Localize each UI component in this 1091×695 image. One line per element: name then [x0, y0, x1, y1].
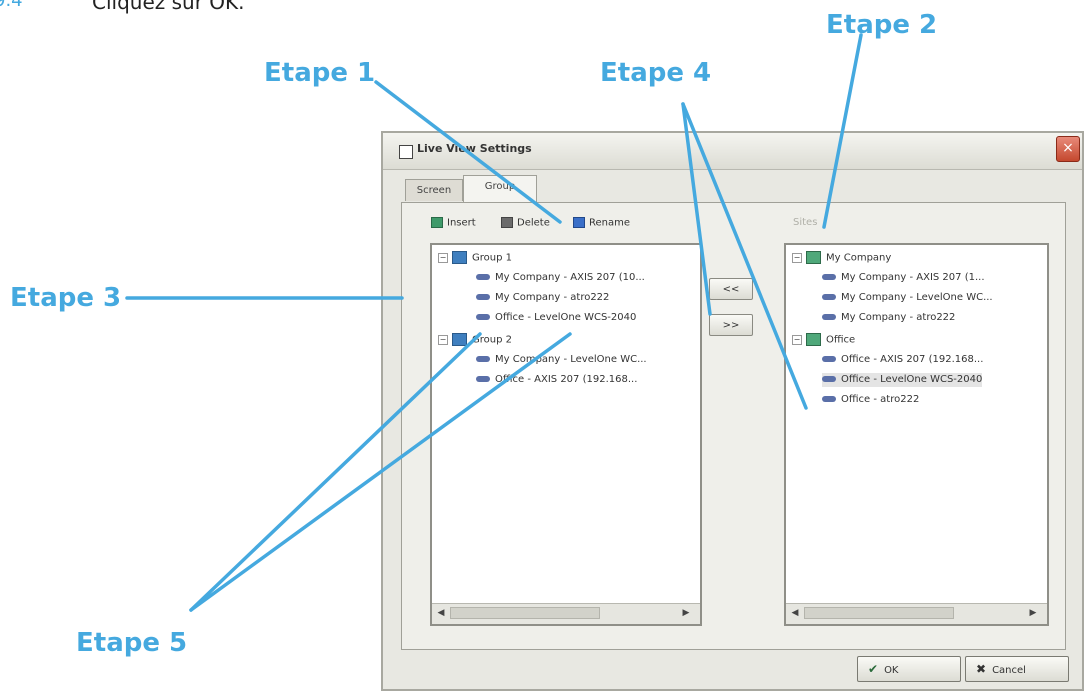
tree-label: Office - AXIS 207 (192.168...	[495, 374, 638, 385]
camera-icon	[476, 294, 490, 300]
tree-camera[interactable]: My Company - AXIS 207 (10...	[476, 271, 645, 285]
delete-icon	[501, 217, 513, 228]
ok-label: OK	[884, 665, 899, 676]
tree-label: Office - LevelOne WCS-2040	[841, 374, 983, 385]
scroll-thumb[interactable]	[804, 607, 954, 619]
collapse-icon: −	[438, 334, 448, 345]
tree-label: Group 1	[472, 252, 512, 264]
camera-icon	[822, 376, 836, 382]
scroll-left-icon[interactable]: ◀	[435, 607, 447, 619]
site-icon	[806, 333, 821, 346]
dialog-title: Live View Settings	[417, 142, 532, 155]
tree-site[interactable]: − My Company	[792, 251, 891, 265]
tree-label: My Company - LevelOne WC...	[841, 292, 993, 303]
horizontal-scrollbar[interactable]: ◀ ▶	[786, 603, 1047, 624]
scroll-right-icon[interactable]: ▶	[680, 607, 692, 619]
tree-camera[interactable]: My Company - AXIS 207 (1...	[822, 271, 985, 285]
delete-button[interactable]: Delete	[501, 217, 550, 229]
tree-camera[interactable]: Office - AXIS 207 (192.168...	[822, 353, 983, 367]
insert-icon	[431, 217, 443, 228]
tree-label: My Company - AXIS 207 (10...	[495, 272, 645, 283]
tree-label: My Company	[826, 252, 892, 264]
group-icon	[452, 251, 467, 264]
group-tree-panel[interactable]: − Group 1 My Company - AXIS 207 (10... My…	[430, 243, 702, 626]
cancel-label: Cancel	[992, 665, 1026, 676]
sites-tree-panel[interactable]: − My Company My Company - AXIS 207 (1... …	[784, 243, 1049, 626]
scroll-thumb[interactable]	[450, 607, 600, 619]
tree-camera[interactable]: My Company - atro222	[822, 311, 955, 325]
ok-button[interactable]: ✔ OK	[857, 656, 961, 682]
insert-label: Insert	[447, 217, 476, 229]
move-to-sites-button[interactable]: >>	[709, 314, 753, 336]
tree-label: My Company - LevelOne WC...	[495, 354, 647, 365]
etape4-label: Etape 4	[600, 58, 712, 88]
tab-group[interactable]: Group	[463, 175, 537, 203]
tree-label: Office - LevelOne WCS-2040	[495, 312, 637, 323]
tree-camera[interactable]: Office - atro222	[822, 393, 919, 407]
scroll-right-icon[interactable]: ▶	[1027, 607, 1039, 619]
tree-camera[interactable]: My Company - LevelOne WC...	[476, 353, 647, 367]
etape5-label: Etape 5	[76, 628, 188, 658]
delete-label: Delete	[517, 217, 550, 229]
site-icon	[806, 251, 821, 264]
tree-label: My Company - atro222	[495, 292, 610, 303]
rename-button[interactable]: Rename	[573, 217, 630, 229]
rename-icon	[573, 217, 585, 228]
tree-camera-selected[interactable]: Office - LevelOne WCS-2040	[822, 373, 983, 387]
camera-icon	[476, 356, 490, 362]
cancel-button[interactable]: ✖ Cancel	[965, 656, 1069, 682]
camera-icon	[476, 274, 490, 280]
tree-label: Office	[826, 334, 856, 346]
tree-label: Group 2	[472, 334, 512, 346]
live-view-settings-dialog: Live View Settings × Screen Group Insert…	[381, 131, 1084, 691]
horizontal-scrollbar[interactable]: ◀ ▶	[432, 603, 700, 624]
group-icon	[452, 333, 467, 346]
etape3-label: Etape 3	[10, 283, 122, 313]
dialog-titlebar: Live View Settings ×	[383, 133, 1082, 170]
tree-label: Office - AXIS 207 (192.168...	[841, 354, 984, 365]
window-icon	[399, 145, 413, 159]
camera-icon	[822, 274, 836, 280]
move-to-group-button[interactable]: <<	[709, 278, 753, 300]
insert-button[interactable]: Insert	[431, 217, 476, 229]
cancel-x-icon: ✖	[976, 662, 987, 676]
instruction-text: Cliquez sur OK.	[92, 0, 245, 14]
camera-icon	[822, 396, 836, 402]
camera-icon	[822, 314, 836, 320]
rename-label: Rename	[589, 217, 631, 229]
etape1-label: Etape 1	[264, 58, 376, 88]
collapse-icon: −	[438, 252, 448, 263]
tab-screen[interactable]: Screen	[405, 179, 463, 201]
tree-label: My Company - AXIS 207 (1...	[841, 272, 985, 283]
etape2-label: Etape 2	[826, 10, 938, 40]
tree-group[interactable]: − Group 2	[438, 333, 512, 347]
camera-icon	[476, 376, 490, 382]
camera-icon	[822, 356, 836, 362]
step-number: 9.4	[0, 0, 23, 11]
tree-site[interactable]: − Office	[792, 333, 855, 347]
close-button[interactable]: ×	[1056, 136, 1080, 162]
tree-label: My Company - atro222	[841, 312, 956, 323]
checkmark-icon: ✔	[868, 662, 879, 676]
camera-icon	[476, 314, 490, 320]
tree-label: Office - atro222	[841, 394, 920, 405]
scroll-left-icon[interactable]: ◀	[789, 607, 801, 619]
tree-group[interactable]: − Group 1	[438, 251, 512, 265]
collapse-icon: −	[792, 252, 802, 263]
sites-header-label: Sites	[793, 217, 818, 228]
tree-camera[interactable]: Office - LevelOne WCS-2040	[476, 311, 636, 325]
tree-camera[interactable]: My Company - atro222	[476, 291, 609, 305]
camera-icon	[822, 294, 836, 300]
tree-camera[interactable]: Office - AXIS 207 (192.168...	[476, 373, 637, 387]
tree-camera[interactable]: My Company - LevelOne WC...	[822, 291, 993, 305]
collapse-icon: −	[792, 334, 802, 345]
sites-header: Sites	[793, 217, 817, 228]
